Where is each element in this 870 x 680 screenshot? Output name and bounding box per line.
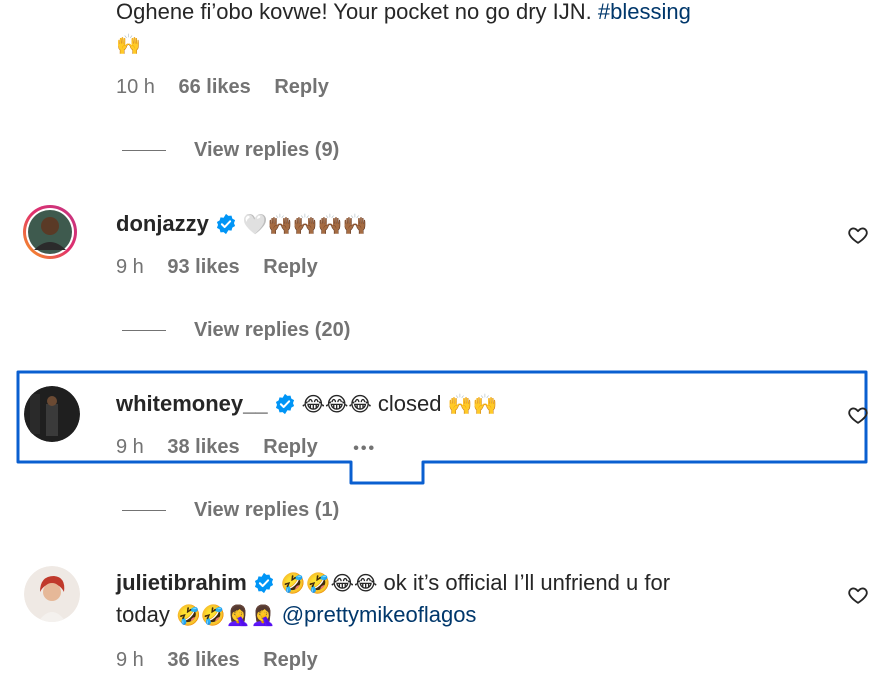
comment-1-reply-button[interactable]: Reply — [274, 76, 328, 98]
comment-1-text: Oghene fi’obo kovwe! Your pocket no go d… — [116, 0, 592, 24]
comment-2-emojis: 🤍🙌🏾🙌🏾🙌🏾🙌🏾 — [242, 212, 368, 236]
verified-badge-icon — [216, 213, 235, 235]
comment-2-line: donjazzy 🤍🙌🏾🙌🏾🙌🏾🙌🏾 — [116, 208, 367, 240]
comment-2-time[interactable]: 9 h — [116, 256, 144, 278]
comment-3-likes[interactable]: 38 likes — [167, 436, 239, 458]
comment-3-time[interactable]: 9 h — [116, 436, 144, 458]
view-replies-label[interactable]: View replies (9) — [194, 139, 339, 162]
comment-2-username[interactable]: donjazzy — [116, 211, 209, 236]
divider-line — [122, 510, 166, 511]
comment-2-reply-button[interactable]: Reply — [263, 256, 317, 278]
comment-4-mention[interactable]: @prettymikeoflagos — [282, 602, 477, 627]
comment-2-meta: 9 h 93 likes Reply — [116, 256, 336, 279]
comment-1-view-replies[interactable]: View replies (9) — [122, 139, 339, 162]
view-replies-label[interactable]: View replies (1) — [194, 499, 339, 522]
comment-4-line2-emojis: 🤣🤣🤦‍♀️🤦‍♀️ — [175, 603, 276, 627]
comment-3-emojis: 😂😂😂 — [301, 392, 372, 416]
verified-badge-icon — [254, 572, 273, 594]
comment-3-view-replies[interactable]: View replies (1) — [122, 499, 339, 522]
heart-outline-icon[interactable] — [847, 224, 869, 246]
comment-3-line: whitemoney__ 😂😂😂 closed 🙌🙌 — [116, 388, 497, 420]
avatar-julietibrahim[interactable] — [24, 566, 80, 622]
comment-4-text: ok it’s official I’ll unfriend u for — [383, 570, 671, 595]
comment-3-meta: 9 h 38 likes Reply ••• — [116, 436, 394, 459]
comment-3-text: closed — [377, 391, 442, 416]
comment-4-likes[interactable]: 36 likes — [167, 649, 239, 671]
avatar-whitemoney[interactable] — [24, 386, 80, 442]
comment-1-time[interactable]: 10 h — [116, 76, 155, 98]
view-replies-label[interactable]: View replies (20) — [194, 319, 350, 342]
comment-3-username[interactable]: whitemoney__ — [116, 391, 268, 416]
comment-3-emojis-after: 🙌🙌 — [447, 392, 498, 416]
divider-line — [122, 150, 166, 151]
comment-4-username[interactable]: julietibrahim — [116, 570, 247, 595]
comment-2-likes[interactable]: 93 likes — [167, 256, 239, 278]
comment-4-emojis: 🤣🤣😂😂 — [280, 571, 378, 595]
verified-badge-icon — [275, 393, 294, 415]
heart-outline-icon[interactable] — [847, 584, 869, 606]
comment-3-reply-button[interactable]: Reply — [263, 436, 317, 458]
comment-4-meta: 9 h 36 likes Reply — [116, 649, 336, 672]
comment-4-line-1: julietibrahim 🤣🤣😂😂 ok it’s official I’ll … — [116, 567, 670, 599]
comment-1-likes[interactable]: 66 likes — [179, 76, 251, 98]
comment-4-line-2: today 🤣🤣🤦‍♀️🤦‍♀️ @prettymikeoflagos — [116, 599, 476, 631]
comment-1-meta: 10 h 66 likes Reply — [116, 76, 347, 99]
more-dots-icon[interactable]: ••• — [353, 440, 376, 457]
comment-2-view-replies[interactable]: View replies (20) — [122, 319, 350, 342]
comment-4-time[interactable]: 9 h — [116, 649, 144, 671]
comment-1-text-line: Oghene fi’obo kovwe! Your pocket no go d… — [116, 0, 691, 28]
divider-line — [122, 330, 166, 331]
heart-outline-icon[interactable] — [847, 404, 869, 426]
comment-4-reply-button[interactable]: Reply — [263, 649, 317, 671]
avatar-donjazzy[interactable] — [22, 204, 78, 260]
comment-1-hashtag[interactable]: #blessing — [598, 0, 691, 24]
comment-4-line2-prefix: today — [116, 602, 170, 627]
comment-1-emoji: 🙌 — [116, 32, 141, 56]
